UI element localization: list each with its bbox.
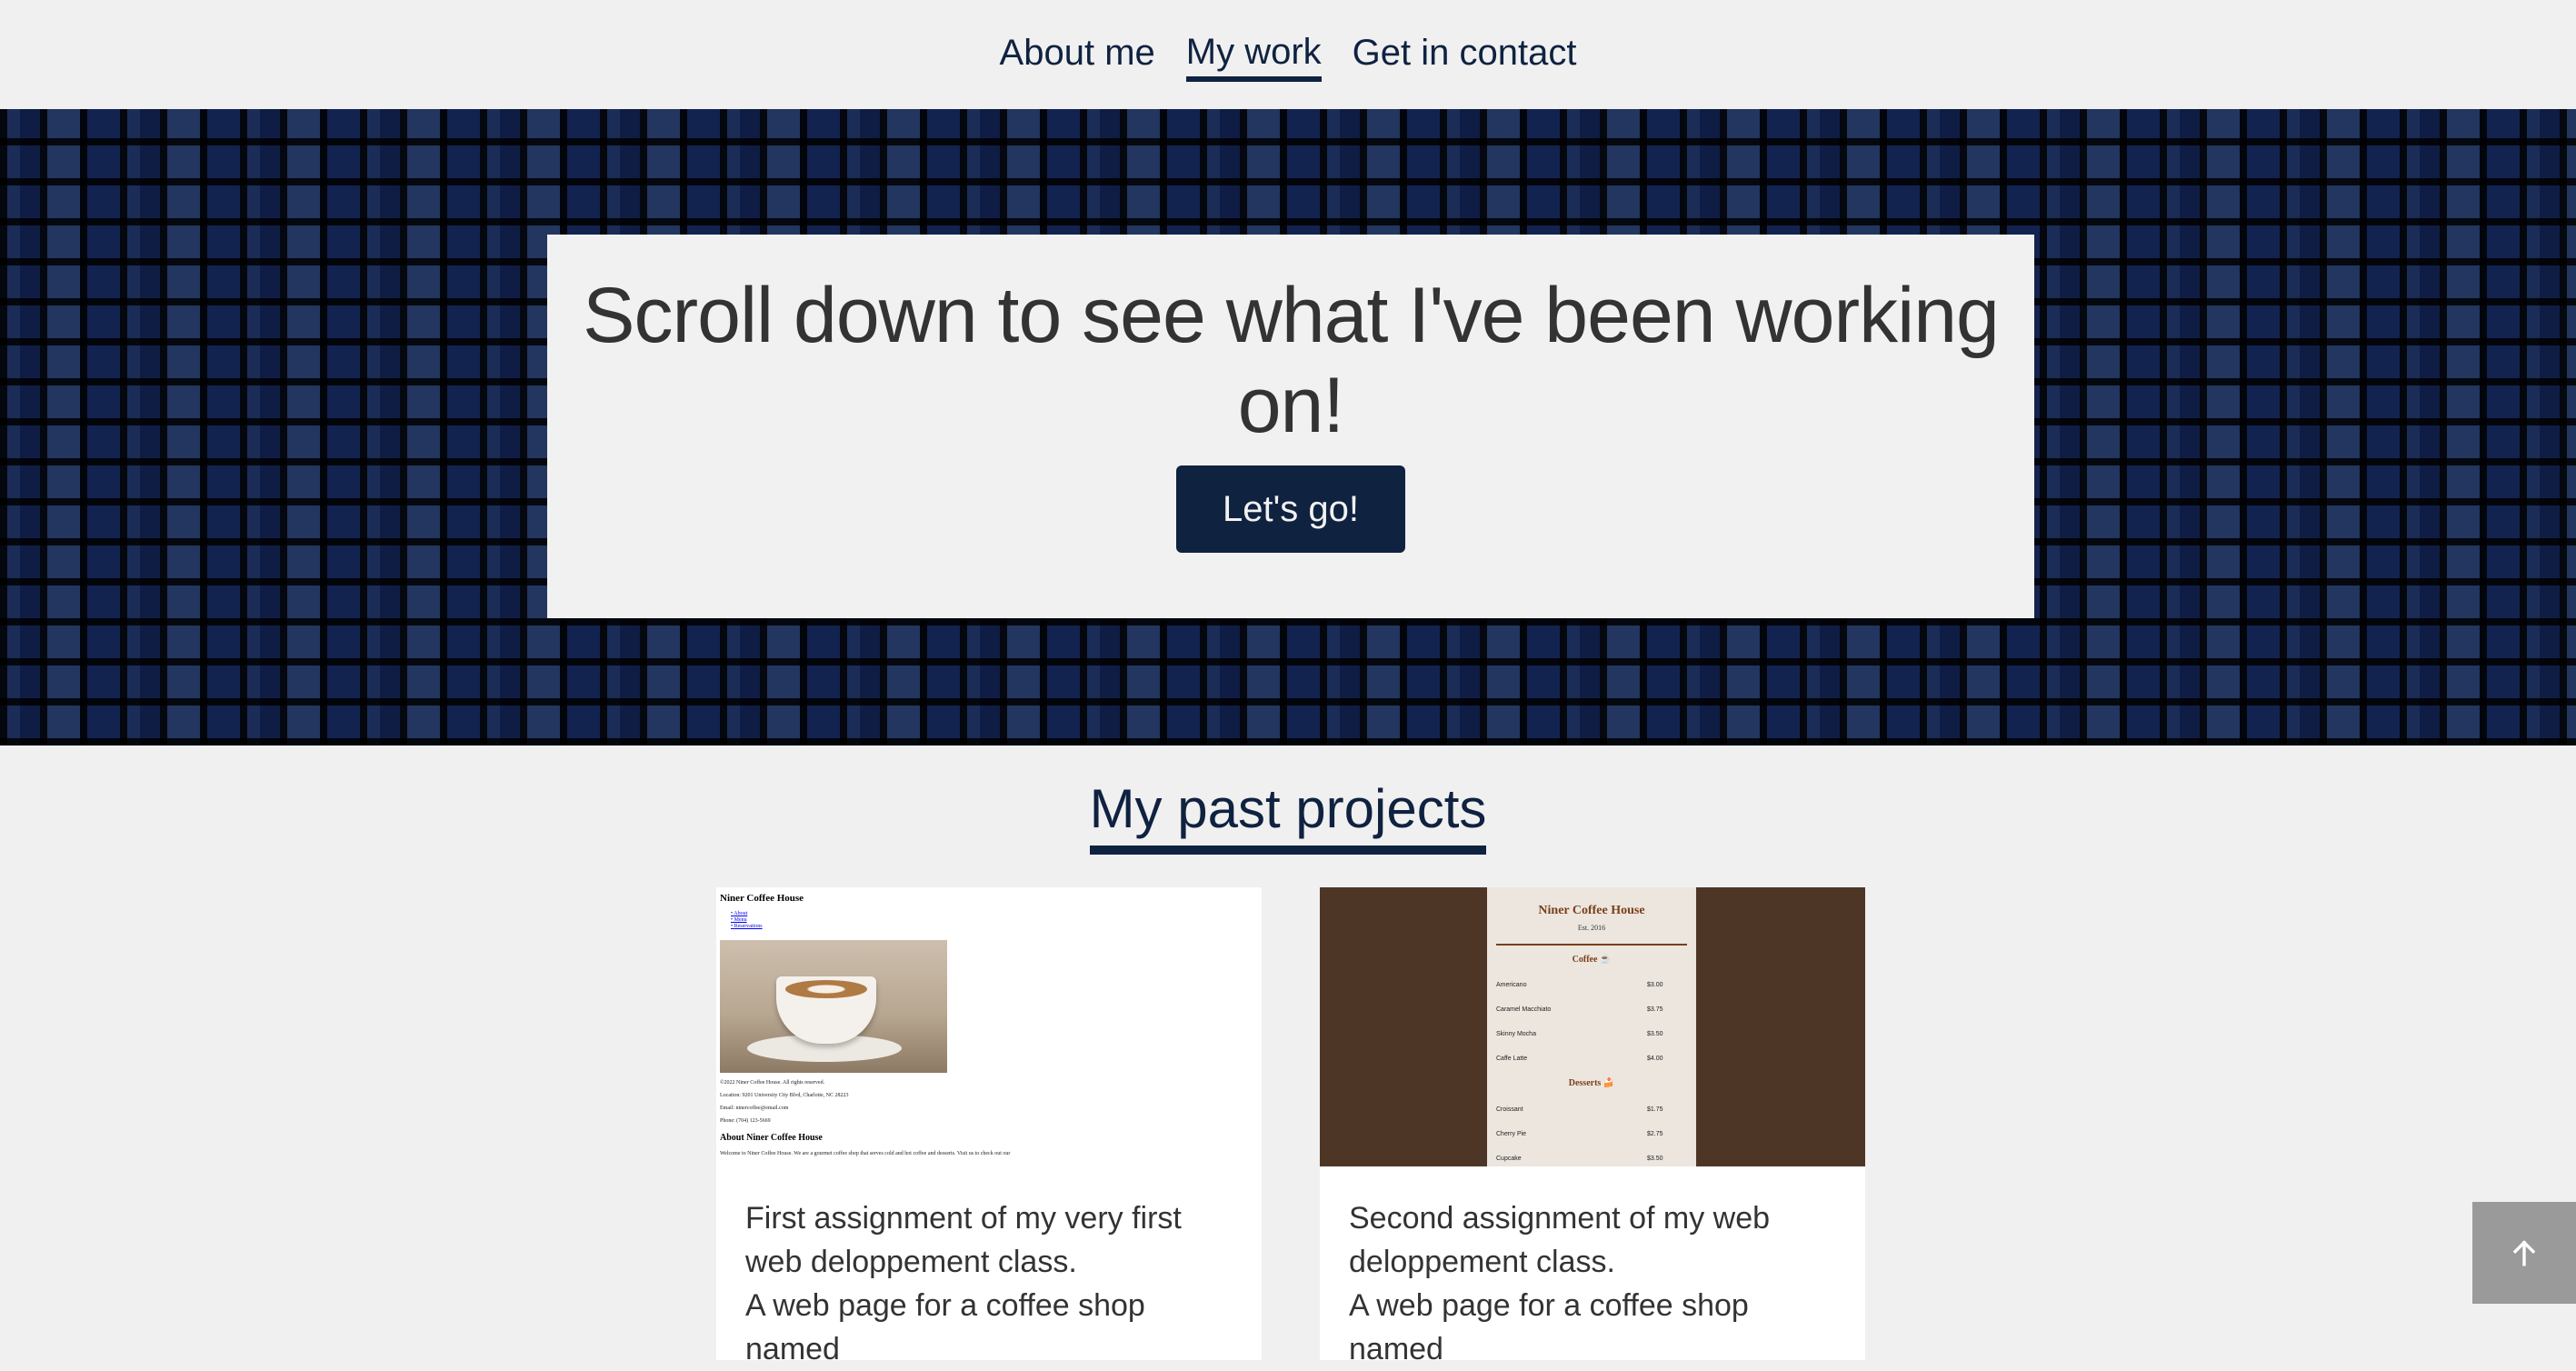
project-card-2[interactable]: Niner Coffee House Est. 2016 Coffee ☕ Am… xyxy=(1320,887,1865,1366)
nav-item-about-me[interactable]: About me xyxy=(1000,33,1155,81)
thumb1-email: Email: ninercoffee@email.com xyxy=(720,1106,789,1111)
latte-art-shape xyxy=(785,980,867,998)
projects-title: My past projects xyxy=(1089,777,1487,855)
project-1-desc-line1: First assignment of my very first web de… xyxy=(745,1201,1182,1279)
menu-title: Niner Coffee House xyxy=(1538,904,1645,917)
project-2-desc-line2: A web page for a coffee shop named xyxy=(1349,1288,1749,1366)
coffee-cup-photo xyxy=(720,940,947,1073)
menu-item-price: $3.50 xyxy=(1647,1156,1663,1162)
menu-divider xyxy=(1496,944,1687,946)
menu-est: Est. 2016 xyxy=(1577,924,1606,932)
thumb1-heading: Niner Coffee House xyxy=(720,893,804,904)
nav-item-my-work[interactable]: My work xyxy=(1185,32,1322,82)
lets-go-button[interactable]: Let's go! xyxy=(1176,465,1405,553)
hero-banner: Scroll down to see what I've been workin… xyxy=(0,109,2576,746)
menu-item-name: Americano xyxy=(1496,982,1527,988)
menu-item-price: $4.00 xyxy=(1647,1056,1663,1062)
menu-item-price: $3.75 xyxy=(1647,1006,1663,1013)
menu-item-price: $3.50 xyxy=(1647,1031,1663,1037)
menu-item-name: Croissant xyxy=(1496,1106,1523,1113)
project-2-description: Second assignment of my web deloppement … xyxy=(1349,1196,1840,1371)
thumb1-link-menu: Menu xyxy=(734,917,747,923)
thumb1-phone: Phone: (704) 123-5669 xyxy=(720,1118,771,1124)
project-2-screenshot[interactable]: Niner Coffee House Est. 2016 Coffee ☕ Am… xyxy=(1320,887,1865,1166)
menu-row: Cherry Pie $2.75 xyxy=(1496,1131,1663,1137)
menu-row: Caramel Macchiato $3.75 xyxy=(1496,1006,1663,1013)
menu-item-name: Skinny Mocha xyxy=(1496,1031,1536,1037)
menu-row: Skinny Mocha $3.50 xyxy=(1496,1031,1663,1037)
nav-item-get-in-contact[interactable]: Get in contact xyxy=(1353,33,1577,81)
menu-item-price: $1.75 xyxy=(1647,1106,1663,1113)
menu-item-name: Caramel Macchiato xyxy=(1496,1006,1552,1013)
thumb1-link-reservations: Reservations xyxy=(734,924,763,929)
menu-panel: Niner Coffee House Est. 2016 Coffee ☕ Am… xyxy=(1487,887,1696,1166)
menu-desserts-heading: Desserts 🍰 xyxy=(1568,1078,1615,1088)
thumb1-about-text: Welcome to Niner Coffee House. We are a … xyxy=(720,1151,1011,1156)
project-1-desc-line2: A web page for a coffee shop named xyxy=(745,1288,1145,1366)
menu-row: Caffe Latte $4.00 xyxy=(1496,1056,1663,1062)
thumb1-about-heading: About Niner Coffee House xyxy=(720,1133,823,1143)
back-to-top-button[interactable] xyxy=(2472,1202,2576,1304)
project-2-desc-line1: Second assignment of my web deloppement … xyxy=(1349,1201,1771,1279)
menu-row: Croissant $1.75 xyxy=(1496,1106,1663,1113)
hero-title: Scroll down to see what I've been workin… xyxy=(583,272,2000,449)
projects-section-title: My past projects xyxy=(0,777,2576,855)
project-card-1[interactable]: Niner Coffee House • About • Menu • Rese… xyxy=(716,887,1262,1366)
menu-item-price: $2.75 xyxy=(1647,1131,1663,1137)
thumb1-copyright: ©2022 Niner Coffee House. All rights res… xyxy=(720,1080,825,1086)
menu-row: Americano $3.00 xyxy=(1496,982,1663,988)
project-1-screenshot[interactable]: Niner Coffee House • About • Menu • Rese… xyxy=(716,887,1262,1166)
menu-item-name: Cupcake xyxy=(1496,1156,1522,1162)
menu-row: Cupcake $3.50 xyxy=(1496,1156,1663,1162)
thumb1-links: • About • Menu • Reservations xyxy=(731,911,763,929)
menu-item-price: $3.00 xyxy=(1647,982,1663,988)
hero-card: Scroll down to see what I've been workin… xyxy=(547,235,2034,618)
thumb1-location: Location: 9201 University City Blvd, Cha… xyxy=(720,1093,849,1098)
project-1-description: First assignment of my very first web de… xyxy=(745,1196,1236,1371)
menu-coffee-heading: Coffee ☕ xyxy=(1572,955,1612,965)
menu-item-name: Caffe Latte xyxy=(1496,1056,1528,1062)
arrow-up-icon xyxy=(2512,1240,2536,1266)
menu-item-name: Cherry Pie xyxy=(1496,1131,1527,1137)
thumb1-link-about: About xyxy=(734,911,748,916)
top-nav: About me My work Get in contact xyxy=(0,0,2576,109)
